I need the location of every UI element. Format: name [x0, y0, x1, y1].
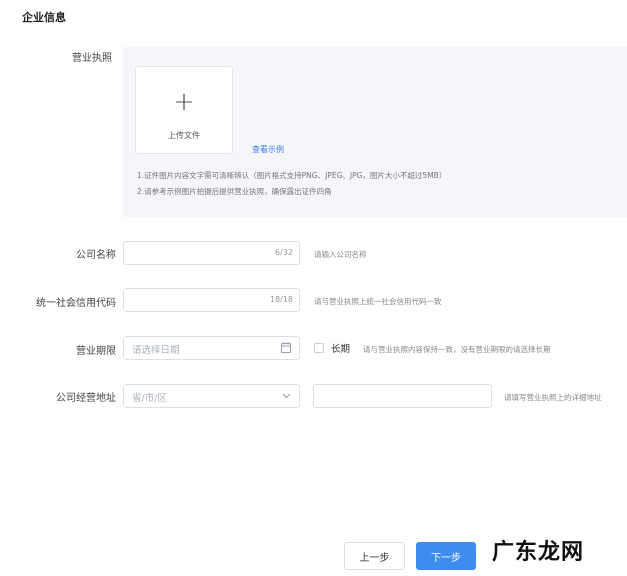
upload-file-label: 上传文件 — [168, 131, 200, 140]
long-term-checkbox[interactable] — [314, 343, 324, 353]
credit-code-counter: 18/18 — [269, 295, 293, 304]
plus-icon: + — [173, 87, 195, 117]
long-term-label: 长期 — [331, 344, 351, 355]
license-note-2: 2.请参考示例图片拍摄后提供营业执照，确保露出证件四角 — [137, 187, 332, 196]
region-placeholder: 省/市/区 — [132, 393, 167, 404]
license-label: 营业执照 — [72, 53, 112, 64]
watermark-logo: 广东龙网 — [492, 539, 585, 565]
detail-address-input[interactable] — [313, 384, 492, 408]
credit-code-input[interactable]: 18/18 — [123, 288, 300, 312]
business-term-date-picker[interactable]: 请选择日期 — [123, 336, 300, 360]
address-hint: 请填写营业执照上的详细地址 — [504, 393, 602, 402]
view-example-link[interactable]: 查看示例 — [252, 144, 284, 155]
section-title: 企业信息 — [22, 11, 66, 24]
company-name-label: 公司名称 — [76, 250, 116, 261]
credit-code-hint: 请与营业执照上统一社会信用代码一致 — [314, 297, 442, 306]
license-note-1: 1.证件图片内容文字需可清晰辨认（图片格式支持PNG、JPEG、JPG，图片大小… — [137, 171, 447, 180]
date-placeholder: 请选择日期 — [132, 345, 180, 356]
business-term-hint: 请与营业执照内容保持一致，没有营业期限的请选择长期 — [363, 345, 551, 354]
calendar-icon — [281, 342, 291, 353]
upload-file-button[interactable]: + 上传文件 — [135, 66, 233, 154]
chevron-down-icon — [282, 393, 291, 399]
company-name-hint: 请输入公司名称 — [314, 250, 367, 259]
business-term-label: 营业期限 — [76, 346, 116, 357]
prev-step-button[interactable]: 上一步 — [344, 542, 405, 570]
next-step-button[interactable]: 下一步 — [416, 542, 476, 570]
company-name-counter: 6/32 — [275, 248, 293, 257]
region-select[interactable]: 省/市/区 — [123, 384, 300, 408]
credit-code-label: 统一社会信用代码 — [36, 298, 116, 309]
address-label: 公司经营地址 — [56, 393, 116, 404]
company-name-input[interactable]: 6/32 — [123, 241, 300, 265]
